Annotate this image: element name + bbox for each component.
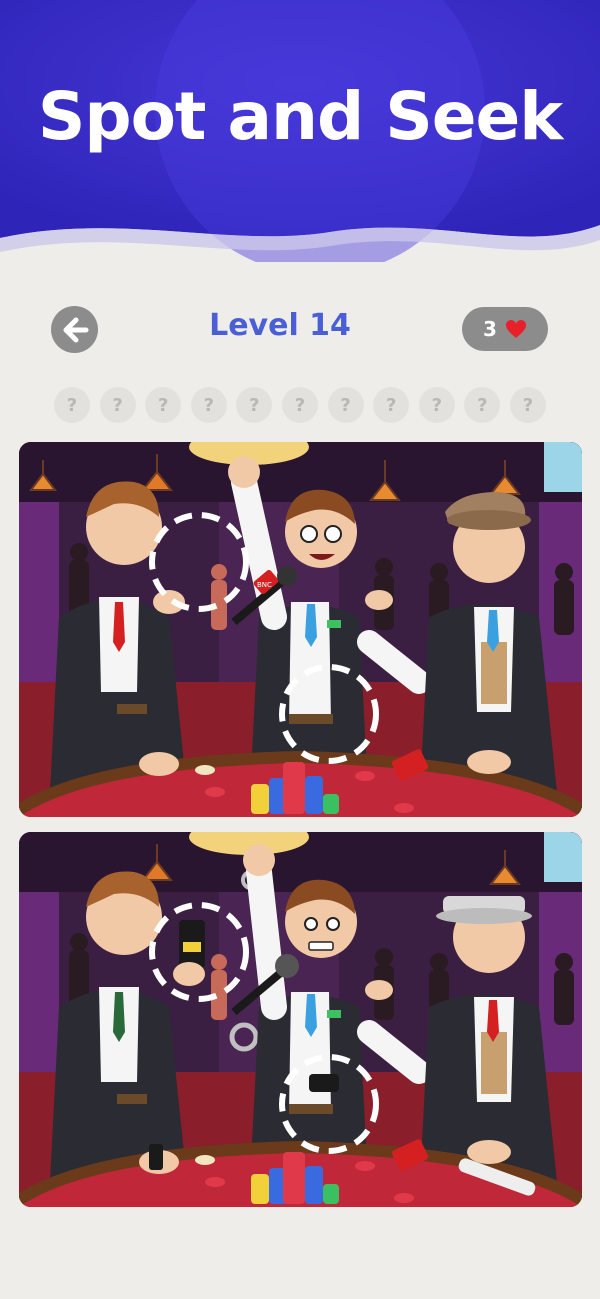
difference-slot: ? xyxy=(99,387,136,423)
difference-progress: ??????????? xyxy=(54,387,546,423)
casino-scene-modified[interactable] xyxy=(19,832,582,1207)
heart-icon xyxy=(505,320,526,338)
difference-slot: ? xyxy=(510,387,546,423)
difference-slot: ? xyxy=(418,387,455,423)
level-title: Level 14 xyxy=(209,308,351,343)
arrow-left-icon xyxy=(63,317,88,342)
difference-slot: ? xyxy=(190,387,227,423)
difference-slot: ? xyxy=(464,387,501,423)
scene-image-original[interactable]: BNC xyxy=(19,442,582,817)
lives-count: 3 xyxy=(483,317,497,341)
difference-slot: ? xyxy=(373,387,410,423)
difference-slot: ? xyxy=(54,387,90,423)
app-title: Spot and Seek xyxy=(37,78,563,155)
scene-image-modified[interactable] xyxy=(19,832,582,1207)
difference-slot: ? xyxy=(327,387,364,423)
casino-scene-original[interactable]: BNC xyxy=(19,442,582,817)
back-button[interactable] xyxy=(51,306,98,353)
difference-slot: ? xyxy=(282,387,318,423)
difference-slot: ? xyxy=(145,387,182,423)
mic-flag-label: BNC xyxy=(257,581,272,589)
difference-slot: ? xyxy=(236,387,273,423)
lives-counter[interactable]: 3 xyxy=(462,307,548,351)
